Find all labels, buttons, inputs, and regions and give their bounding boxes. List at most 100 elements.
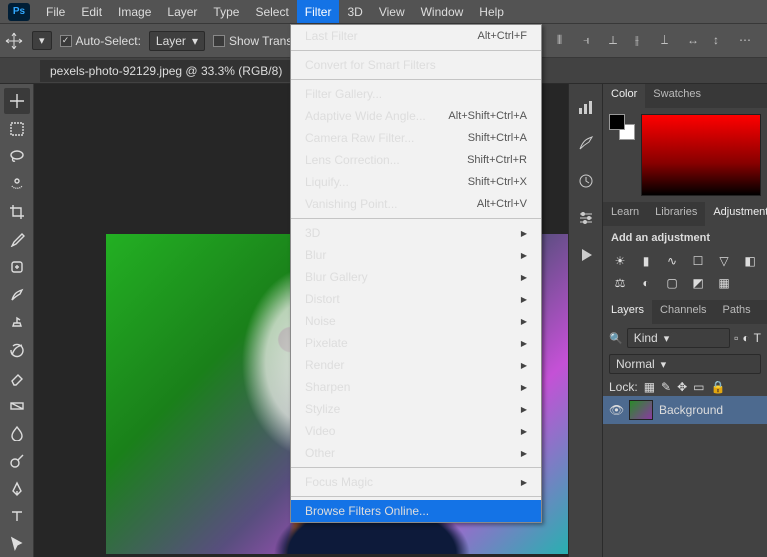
lock-pixels-icon[interactable]: ✎ <box>661 380 671 394</box>
crop-tool[interactable] <box>4 199 30 225</box>
filter-item-video[interactable]: Video <box>291 420 541 442</box>
layer-kind-filter-dropdown[interactable]: Kind ▾ <box>627 328 730 348</box>
vibrance-icon[interactable]: ▽ <box>715 254 733 268</box>
tab-paths[interactable]: Paths <box>715 300 759 324</box>
document-tab[interactable]: pexels-photo-92129.jpeg @ 33.3% (RGB/8)× <box>40 60 310 82</box>
lasso-tool[interactable] <box>4 143 30 169</box>
dodge-tool[interactable] <box>4 448 30 474</box>
filter-type-icon[interactable]: T <box>754 331 761 345</box>
quick-selection-tool[interactable] <box>4 171 30 197</box>
tool-preset-chevron[interactable]: ▾ <box>32 31 52 50</box>
color-balance-icon[interactable]: ⚖ <box>611 276 629 290</box>
filter-item-other[interactable]: Other <box>291 442 541 464</box>
filter-item-sharpen[interactable]: Sharpen <box>291 376 541 398</box>
layer-row-background[interactable]: 👁 Background <box>603 396 767 424</box>
filter-item-blur-gallery[interactable]: Blur Gallery <box>291 266 541 288</box>
levels-icon[interactable]: ▮ <box>637 254 655 268</box>
curves-icon[interactable]: ∿ <box>663 254 681 268</box>
menu-select[interactable]: Select <box>247 0 296 23</box>
lock-all-icon[interactable]: 🔒 <box>711 380 726 394</box>
menu-help[interactable]: Help <box>471 0 512 23</box>
menu-3d[interactable]: 3D <box>339 0 370 23</box>
type-tool[interactable] <box>4 504 30 530</box>
filter-item-blur[interactable]: Blur <box>291 244 541 266</box>
brush-settings-panel-icon[interactable] <box>577 135 595 156</box>
filter-item-filter-gallery[interactable]: Filter Gallery... <box>291 83 541 105</box>
filter-item-render[interactable]: Render <box>291 354 541 376</box>
exposure-icon[interactable]: ☐ <box>689 254 707 268</box>
rectangular-marquee-tool[interactable] <box>4 116 30 142</box>
align-center-h-icon[interactable]: ⫴ <box>557 33 573 49</box>
gradient-tool[interactable] <box>4 393 30 419</box>
distribute-v-icon[interactable]: ↕ <box>713 33 729 49</box>
foreground-swatch[interactable] <box>609 114 625 130</box>
spot-healing-brush-tool[interactable] <box>4 254 30 280</box>
filter-item-focus-magic[interactable]: Focus Magic <box>291 471 541 493</box>
menu-file[interactable]: File <box>38 0 73 23</box>
filter-item-pixelate[interactable]: Pixelate <box>291 332 541 354</box>
filter-item-camera-raw-filter[interactable]: Camera Raw Filter...Shift+Ctrl+A <box>291 127 541 149</box>
tab-libraries[interactable]: Libraries <box>647 202 705 226</box>
lock-position-icon[interactable]: ✥ <box>677 380 687 394</box>
menu-window[interactable]: Window <box>413 0 472 23</box>
align-bottom-icon[interactable]: ⟘ <box>661 33 677 49</box>
color-picker-field[interactable] <box>641 114 761 196</box>
filter-item-liquify[interactable]: Liquify...Shift+Ctrl+X <box>291 171 541 193</box>
tab-swatches[interactable]: Swatches <box>645 84 709 108</box>
distribute-h-icon[interactable]: ↔ <box>687 33 703 49</box>
path-selection-tool[interactable] <box>4 531 30 557</box>
align-right-icon[interactable]: ⫣ <box>583 33 599 49</box>
filter-adjustment-icon[interactable]: ◐ <box>742 331 749 345</box>
properties-panel-icon[interactable] <box>577 209 595 230</box>
tab-channels[interactable]: Channels <box>652 300 714 324</box>
photo-filter-icon[interactable]: ▢ <box>663 276 681 290</box>
more-options-icon[interactable]: ⋯ <box>739 33 755 49</box>
eraser-tool[interactable] <box>4 365 30 391</box>
clone-stamp-tool[interactable] <box>4 310 30 336</box>
hue-saturation-icon[interactable]: ◧ <box>741 254 759 268</box>
pen-tool[interactable] <box>4 476 30 502</box>
filter-item-vanishing-point[interactable]: Vanishing Point...Alt+Ctrl+V <box>291 193 541 215</box>
blur-tool[interactable] <box>4 420 30 446</box>
auto-select-target-dropdown[interactable]: Layer ▾ <box>149 31 205 51</box>
brush-tool[interactable] <box>4 282 30 308</box>
kind-search-icon[interactable]: 🔍 <box>609 332 623 345</box>
eyedropper-tool[interactable] <box>4 227 30 253</box>
tab-learn[interactable]: Learn <box>603 202 647 226</box>
menu-filter[interactable]: Filter <box>297 0 340 23</box>
move-tool[interactable] <box>4 88 30 114</box>
filter-item-distort[interactable]: Distort <box>291 288 541 310</box>
histogram-panel-icon[interactable] <box>577 98 595 119</box>
filter-item-stylize[interactable]: Stylize <box>291 398 541 420</box>
filter-pixel-icon[interactable]: ▫ <box>734 331 738 345</box>
brightness-contrast-icon[interactable]: ☀ <box>611 254 629 268</box>
align-center-v-icon[interactable]: ⫲ <box>635 33 651 49</box>
channel-mixer-icon[interactable]: ◩ <box>689 276 707 290</box>
lock-transparency-icon[interactable]: ▦ <box>644 380 655 394</box>
color-lookup-icon[interactable]: ▦ <box>715 276 733 290</box>
menu-view[interactable]: View <box>371 0 413 23</box>
filter-item-noise[interactable]: Noise <box>291 310 541 332</box>
auto-select-checkbox[interactable]: ✓Auto-Select: <box>60 34 141 48</box>
menu-image[interactable]: Image <box>110 0 159 23</box>
lock-artboard-icon[interactable]: ▭ <box>693 380 704 394</box>
menu-edit[interactable]: Edit <box>73 0 110 23</box>
menu-layer[interactable]: Layer <box>159 0 205 23</box>
foreground-background-swatch[interactable] <box>609 114 635 140</box>
filter-item-adaptive-wide-angle[interactable]: Adaptive Wide Angle...Alt+Shift+Ctrl+A <box>291 105 541 127</box>
black-white-icon[interactable]: ◐ <box>637 276 655 290</box>
filter-item-3d[interactable]: 3D <box>291 222 541 244</box>
history-brush-tool[interactable] <box>4 337 30 363</box>
tab-color[interactable]: Color <box>603 84 645 108</box>
tab-layers[interactable]: Layers <box>603 300 652 324</box>
filter-item-lens-correction[interactable]: Lens Correction...Shift+Ctrl+R <box>291 149 541 171</box>
history-panel-icon[interactable] <box>577 172 595 193</box>
filter-item-browse-filters-online[interactable]: Browse Filters Online... <box>291 500 541 522</box>
menu-type[interactable]: Type <box>205 0 247 23</box>
filter-item-convert-for-smart-filters[interactable]: Convert for Smart Filters <box>291 54 541 76</box>
blend-mode-dropdown[interactable]: Normal ▾ <box>609 354 761 374</box>
filter-item-last-filter[interactable]: Last FilterAlt+Ctrl+F <box>291 25 541 47</box>
visibility-eye-icon[interactable]: 👁 <box>609 403 623 417</box>
align-top-icon[interactable]: ⟂ <box>609 33 625 49</box>
tab-adjustments[interactable]: Adjustments <box>705 202 767 226</box>
